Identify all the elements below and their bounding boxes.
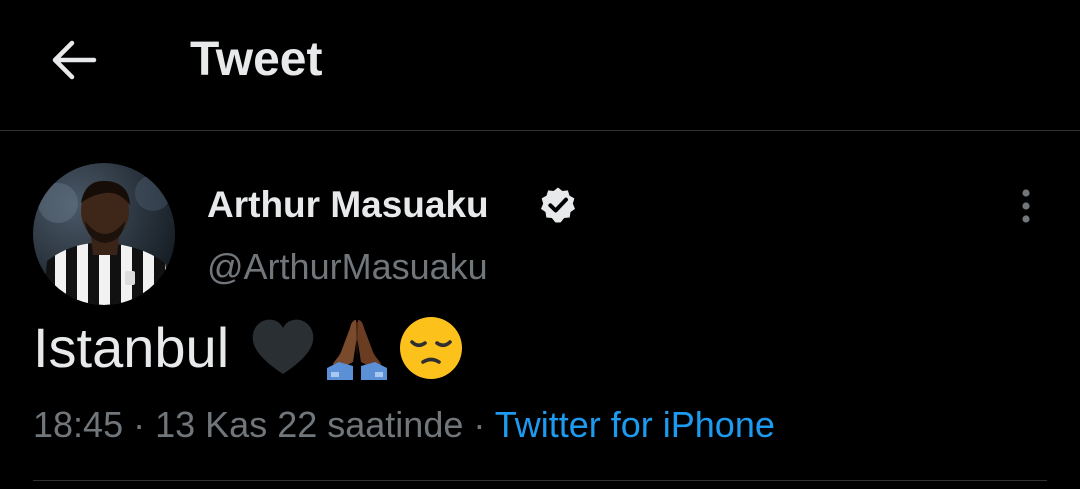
author-handle[interactable]: @ArthurMasuaku [207, 244, 488, 290]
meta-separator: · [473, 404, 486, 445]
avatar[interactable] [33, 163, 175, 305]
header-divider [0, 130, 1080, 131]
avatar-image [33, 163, 175, 305]
tweet-divider [33, 480, 1047, 481]
verified-badge-icon [541, 187, 575, 223]
more-vertical-icon [1022, 189, 1030, 223]
tweet-source-link[interactable]: Twitter for iPhone [495, 404, 775, 445]
tweet-text: Istanbul [33, 316, 230, 379]
tweet-body: Istanbul [33, 313, 471, 383]
more-options-button[interactable] [1008, 186, 1044, 226]
arrow-left-icon [52, 40, 97, 80]
folded-hands-dark-icon [327, 320, 388, 380]
tweet-date: 13 Kas 22 saatinde [155, 404, 464, 445]
tweet-time: 18:45 [33, 404, 124, 445]
black-heart-icon [252, 319, 314, 374]
tweet-meta: 18:45 · 13 Kas 22 saatinde · Twitter for… [33, 402, 775, 448]
back-button[interactable] [50, 36, 98, 84]
meta-separator: · [133, 404, 146, 445]
page-title: Tweet [190, 33, 323, 86]
top-bar: Tweet [0, 0, 1080, 130]
author-name[interactable]: Arthur Masuaku [207, 182, 489, 228]
disappointed-face-icon [400, 317, 463, 379]
